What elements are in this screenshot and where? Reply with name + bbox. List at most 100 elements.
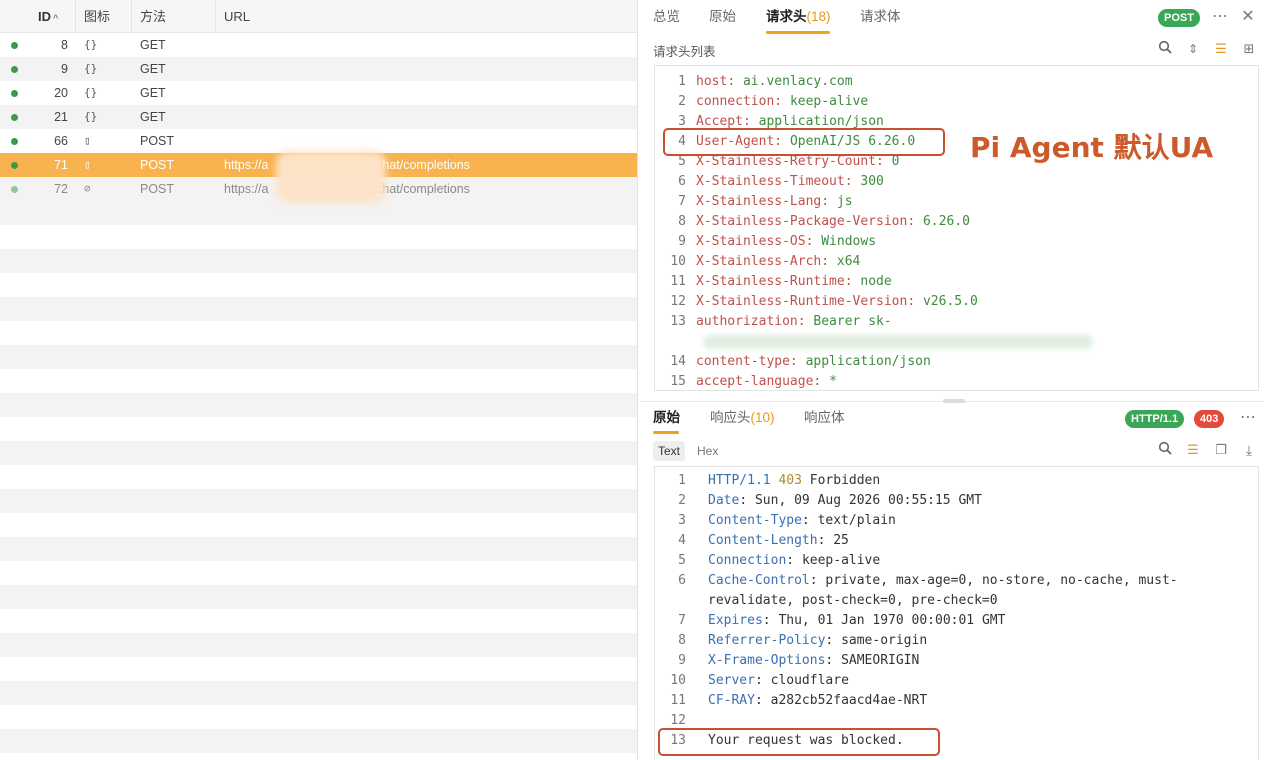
line-number: 14 [670,354,686,369]
view-mode-hex[interactable]: Hex [692,441,723,461]
empty-row [0,393,637,417]
list-header: ID ^ 图标 方法 URL [0,0,637,33]
header-key: X-Stainless-Arch [696,254,822,269]
line-number: 8 [678,214,686,229]
line-content: Content-Type: text/plain [708,511,896,531]
header-value: Bearer sk- [813,314,892,329]
separator: : [825,633,842,648]
line-number: 9 [678,653,686,668]
line-number: 7 [678,194,686,209]
tab-response-headers[interactable]: 响应头(10) [710,402,775,438]
header-value: ai.venlacy.com [742,74,853,89]
response-raw-code: 1 HTTP/1.1 403 Forbidden 2 Date: Sun, 09 Au… [654,466,1259,760]
line-content: Referrer-Policy: same-origin [708,631,927,651]
separator: : [754,673,771,688]
header-key: Server [708,673,755,688]
column-header-icon[interactable]: 图标 [76,0,132,33]
empty-row [0,633,637,657]
line-content: host: ai.venlacy.com [696,72,853,92]
separator: : [817,533,834,548]
row-id: 8 [61,38,68,52]
line-content: Date: Sun, 09 Aug 2026 00:55:15 GMT [708,491,982,511]
separator: : [907,214,923,229]
header-value: Windows [821,234,877,249]
empty-row [0,489,637,513]
separator: : [809,573,826,588]
document-icon: ▯ [84,158,91,171]
header-value: 6.26.0 [922,214,970,229]
header-key: CF-RAY [708,693,755,708]
more-icon[interactable]: ⋯ [1211,8,1229,26]
header-key: connection [696,94,775,109]
header-value: Thu, 01 Jan 1970 00:00:01 GMT [778,613,1006,628]
request-row[interactable]: 9 {} GET [0,57,637,81]
status-dot-icon [11,90,18,97]
line-content: Content-Length: 25 [708,531,849,551]
empty-row [0,681,637,705]
column-header-url[interactable]: URL [216,0,637,33]
tab-request-body[interactable]: 请求体 [860,0,901,36]
row-method: POST [140,158,175,172]
request-row[interactable]: 8 {} GET [0,33,637,57]
line-content: HTTP/1.1 403 Forbidden [708,471,880,491]
row-id: 71 [54,158,68,172]
column-header-method[interactable]: 方法 [132,0,216,33]
wrap-lines-icon[interactable]: ☰ [1184,441,1202,459]
tab-raw[interactable]: 原始 [709,0,736,36]
separator: : [813,374,830,389]
column-header-id[interactable]: ID ^ [0,0,76,33]
line-content: X-Stainless-Runtime-Version: v26.5.0 [696,292,978,312]
header-key: authorization [696,314,798,329]
search-icon[interactable] [1156,441,1174,459]
line-content: content-type: application/json [696,352,931,372]
download-icon[interactable]: ⤓ [1240,441,1258,459]
active-tab-indicator [653,431,679,434]
tab-response-body[interactable]: 响应体 [804,402,845,438]
line-number: 9 [678,234,686,249]
more-icon[interactable]: ⋯ [1239,409,1257,427]
empty-row [0,441,637,465]
empty-row [0,585,637,609]
separator: : [805,234,822,249]
line-number: 6 [678,174,686,189]
wrap-lines-icon[interactable]: ☰ [1212,40,1230,58]
line-number: 7 [678,613,686,628]
empty-row [0,345,637,369]
request-rows: 8 {} GET 9 {} GET 20 {} GET 21 {} GET 66… [0,33,637,760]
header-value: * [829,374,837,389]
header-key: Connection [708,553,787,568]
redaction-mask [276,151,386,203]
line-content: Connection: keep-alive [708,551,880,571]
separator: : [907,294,923,309]
search-icon[interactable] [1156,40,1174,58]
copy-icon[interactable]: ❐ [1212,441,1230,459]
request-row[interactable]: 66 ▯ POST [0,129,637,153]
row-id: 21 [54,110,68,124]
header-key: Expires [708,613,763,628]
header-key: host [696,74,728,89]
request-row[interactable]: 21 {} GET [0,105,637,129]
header-key: accept-language [696,374,814,389]
separator: : [727,74,743,89]
header-key: Referrer-Policy [708,633,826,648]
expand-collapse-icon[interactable]: ⇕ [1184,40,1202,58]
table-view-icon[interactable]: ⊞ [1240,40,1258,58]
header-value: keep-alive [801,553,881,568]
header-value: same-origin [841,633,928,648]
empty-row [0,201,637,225]
header-value: application/json [758,114,884,129]
line-content: Cache-Control: private, max-age=0, no-st… [708,571,1178,591]
line-number: 15 [670,374,686,389]
close-icon[interactable]: ✕ [1239,8,1257,26]
request-row[interactable]: 20 {} GET [0,81,637,105]
header-key: Cache-Control [708,573,810,588]
header-value: js [836,194,853,209]
json-icon: {} [84,38,98,51]
separator: : [762,613,779,628]
separator: : [786,553,802,568]
line-content: X-Stainless-Lang: js [696,192,853,212]
tab-overview[interactable]: 总览 [653,0,680,36]
header-value: cloudflare [770,673,849,688]
row-method: POST [140,182,175,196]
view-mode-text[interactable]: Text [653,441,686,461]
